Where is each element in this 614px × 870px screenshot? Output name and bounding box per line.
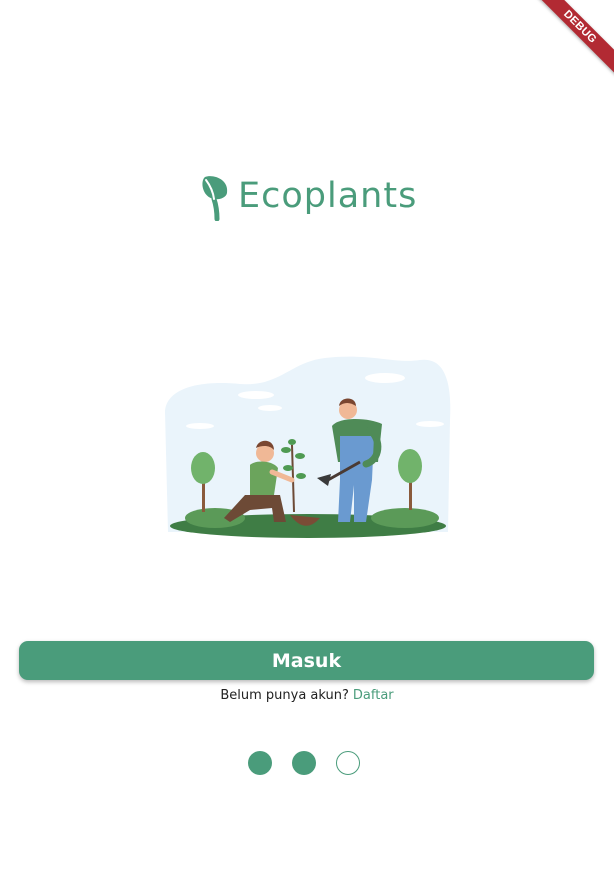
signup-row: Belum punya akun? Daftar	[0, 688, 614, 703]
app-logo: Ecoplants	[199, 170, 419, 222]
page-indicator	[248, 751, 366, 776]
page-dot-1[interactable]	[248, 751, 272, 775]
page-dot-2[interactable]	[292, 751, 316, 775]
leaf-logo-icon	[202, 176, 228, 221]
planting-trees-illustration	[165, 356, 451, 538]
debug-label: DEBUG	[531, 0, 614, 76]
login-button[interactable]: Masuk	[19, 641, 594, 680]
signup-prompt: Belum punya akun?	[220, 688, 349, 703]
signup-link[interactable]: Daftar	[353, 688, 394, 703]
page-dot-3[interactable]	[336, 751, 360, 775]
debug-banner: DEBUG	[524, 0, 614, 90]
logo-text: Ecoplants	[238, 175, 418, 216]
